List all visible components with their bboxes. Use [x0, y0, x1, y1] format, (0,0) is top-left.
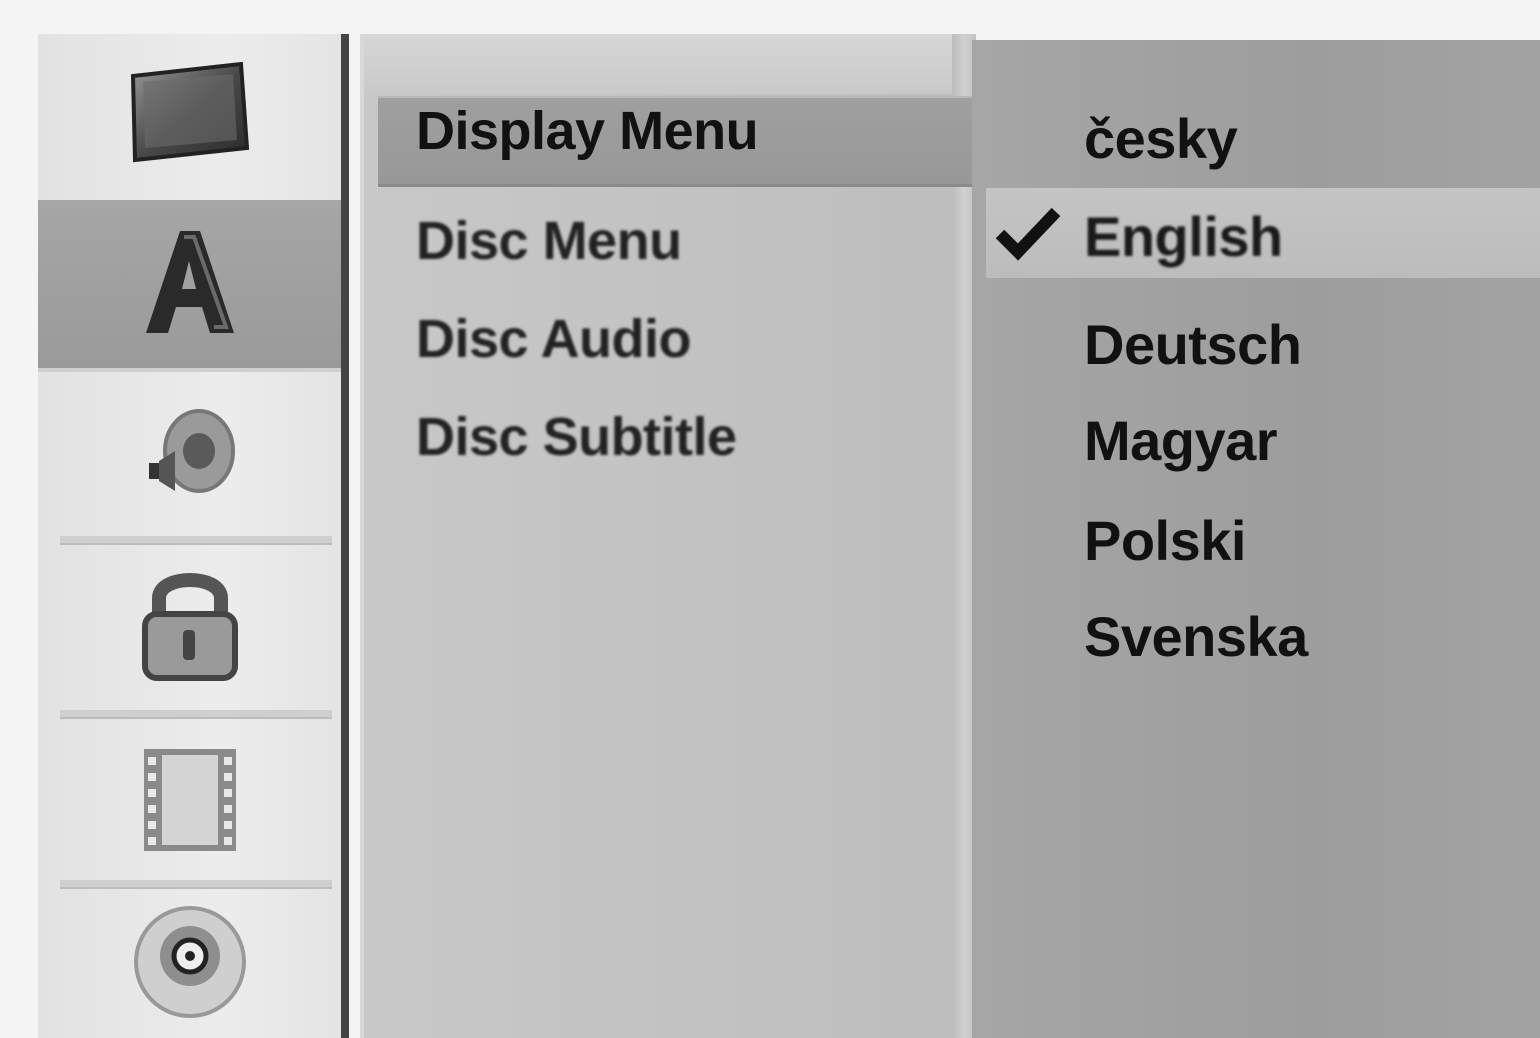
- menu-item-disc-audio[interactable]: Disc Audio: [416, 308, 692, 370]
- language-option-svenska[interactable]: Svenska: [1084, 604, 1308, 669]
- language-option-english[interactable]: English: [1084, 204, 1283, 269]
- category-disc[interactable]: [38, 890, 342, 1038]
- language-options-panel: Display Menu Disc Menu Disc Audio Disc S…: [360, 34, 976, 1038]
- category-display[interactable]: [38, 34, 342, 198]
- category-lock[interactable]: [38, 546, 342, 710]
- lock-icon: [135, 568, 245, 689]
- language-list-panel: česky English Deutsch Magyar Polski Sven…: [972, 40, 1540, 1038]
- audio-speaker-icon: [135, 407, 245, 502]
- language-option-polski[interactable]: Polski: [1084, 508, 1246, 573]
- language-option-deutsch[interactable]: Deutsch: [1084, 312, 1302, 377]
- category-recording[interactable]: [38, 720, 342, 884]
- language-option-magyar[interactable]: Magyar: [1084, 408, 1278, 473]
- language-icon: [142, 227, 238, 342]
- checkmark-icon: [995, 206, 1061, 262]
- sidebar-divider: [60, 880, 332, 889]
- sidebar-divider: [60, 536, 332, 545]
- menu-item-display-menu[interactable]: Display Menu: [416, 100, 759, 162]
- menu-item-disc-menu[interactable]: Disc Menu: [416, 210, 682, 272]
- film-strip-icon: [140, 745, 240, 860]
- tv-screen-icon: [129, 61, 251, 171]
- menu-item-disc-subtitle[interactable]: Disc Subtitle: [416, 406, 737, 468]
- settings-category-sidebar: [38, 34, 346, 1038]
- sidebar-divider: [60, 710, 332, 719]
- disc-icon: [132, 904, 248, 1025]
- language-option-cesky[interactable]: česky: [1084, 106, 1238, 171]
- panel-header-bar: [364, 34, 954, 94]
- category-audio[interactable]: [38, 372, 342, 536]
- category-language[interactable]: [38, 200, 342, 368]
- sidebar-border: [341, 34, 349, 1038]
